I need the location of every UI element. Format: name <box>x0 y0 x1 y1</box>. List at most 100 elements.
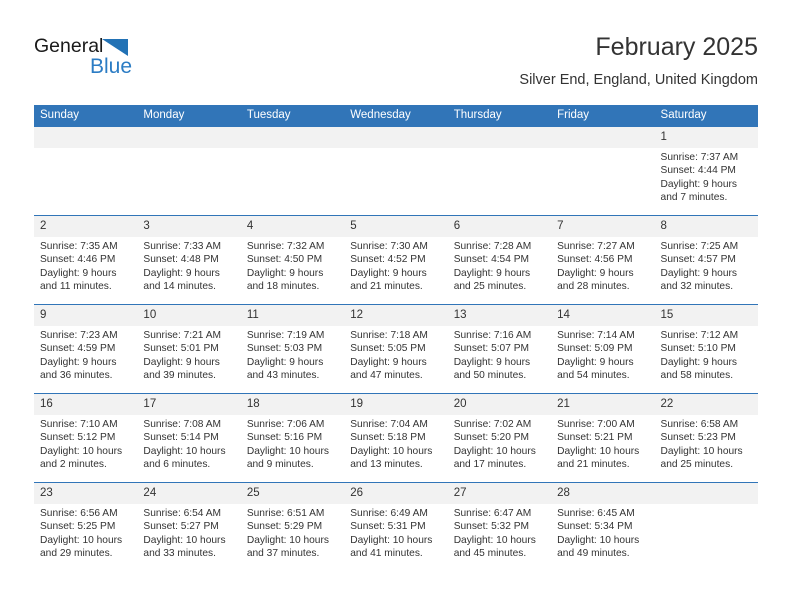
day-cell: 26 Sunrise: 6:49 AM Sunset: 5:31 PM Dayligh… <box>344 483 448 571</box>
day-cell: 28 Sunrise: 6:45 AM Sunset: 5:34 PM Dayligh… <box>551 483 655 571</box>
calendar-day-cell[interactable]: 22 Sunrise: 6:58 AM Sunset: 5:23 PM Dayligh… <box>654 393 758 483</box>
logo-word-blue: Blue <box>90 55 133 78</box>
day-details: Sunrise: 7:35 AM Sunset: 4:46 PM Daylight:… <box>34 237 137 294</box>
weekday-header-friday: Friday <box>551 105 655 127</box>
day-number: 15 <box>654 305 758 326</box>
day-daylight-line2-text: and 58 minutes. <box>660 370 734 382</box>
day-sunrise-text: Sunrise: 7:18 AM <box>350 330 428 341</box>
calendar-day-cell[interactable]: 1 Sunrise: 7:37 AM Sunset: 4:44 PM Daylight… <box>654 127 758 216</box>
calendar-day-cell[interactable]: 21 Sunrise: 7:00 AM Sunset: 5:21 PM Dayligh… <box>551 393 655 483</box>
day-details: Sunrise: 7:19 AM Sunset: 5:03 PM Daylight:… <box>241 326 344 383</box>
day-sunrise-text: Sunrise: 7:32 AM <box>246 241 325 252</box>
calendar-day-cell[interactable]: 12 Sunrise: 7:18 AM Sunset: 5:05 PM Dayligh… <box>344 304 448 394</box>
day-cell: 6 Sunrise: 7:28 AM Sunset: 4:54 PM Daylight… <box>447 216 552 304</box>
calendar-day-cell[interactable]: 17 Sunrise: 7:08 AM Sunset: 5:14 PM Dayligh… <box>137 393 241 483</box>
weekday-header-thursday: Thursday <box>447 105 552 127</box>
day-number: 12 <box>344 305 448 326</box>
day-cell: 15 Sunrise: 7:12 AM Sunset: 5:10 PM Dayligh… <box>654 305 758 393</box>
day-number: 16 <box>34 394 138 415</box>
day-details: Sunrise: 7:00 AM Sunset: 5:21 PM Daylight:… <box>551 415 654 472</box>
day-sunrise-text: Sunrise: 7:14 AM <box>557 330 635 341</box>
calendar-day-cell[interactable]: 16 Sunrise: 7:10 AM Sunset: 5:12 PM Dayligh… <box>34 393 138 483</box>
day-details: Sunrise: 6:56 AM Sunset: 5:25 PM Daylight:… <box>34 504 137 561</box>
calendar-day-cell[interactable]: 25 Sunrise: 6:51 AM Sunset: 5:29 PM Dayligh… <box>240 482 345 571</box>
day-sunset-text: Sunset: 5:07 PM <box>453 343 530 355</box>
calendar-day-cell[interactable]: 23 Sunrise: 6:56 AM Sunset: 5:25 PM Dayligh… <box>34 482 138 571</box>
empty-day <box>137 127 241 215</box>
day-daylight-line2-text: and 9 minutes. <box>246 459 314 471</box>
day-daylight-line2-text: and 14 minutes. <box>143 281 216 293</box>
day-cell: 7 Sunrise: 7:27 AM Sunset: 4:56 PM Daylight… <box>551 216 655 304</box>
calendar-day-cell[interactable]: 6 Sunrise: 7:28 AM Sunset: 4:54 PM Daylight… <box>447 215 552 305</box>
calendar-day-cell <box>551 127 655 216</box>
day-details: Sunrise: 7:33 AM Sunset: 4:48 PM Daylight:… <box>137 237 240 294</box>
day-number: 2 <box>34 216 138 237</box>
calendar-day-cell[interactable]: 28 Sunrise: 6:45 AM Sunset: 5:34 PM Dayligh… <box>551 482 655 571</box>
weekday-header-row: Sunday Monday Tuesday Wednesday Thursday… <box>34 105 758 127</box>
calendar-day-cell[interactable]: 18 Sunrise: 7:06 AM Sunset: 5:16 PM Dayligh… <box>240 393 345 483</box>
day-details: Sunrise: 7:21 AM Sunset: 5:01 PM Daylight:… <box>137 326 240 383</box>
day-number <box>240 127 345 148</box>
day-cell: 9 Sunrise: 7:23 AM Sunset: 4:59 PM Daylight… <box>34 305 138 393</box>
day-sunrise-text: Sunrise: 7:30 AM <box>350 241 428 252</box>
calendar-day-cell[interactable]: 5 Sunrise: 7:30 AM Sunset: 4:52 PM Daylight… <box>344 215 448 305</box>
day-details: Sunrise: 6:51 AM Sunset: 5:29 PM Daylight:… <box>241 504 344 561</box>
weekday-header-monday: Monday <box>137 105 241 127</box>
general-blue-logo[interactable]: General Blue <box>34 36 184 84</box>
calendar-day-cell[interactable]: 14 Sunrise: 7:14 AM Sunset: 5:09 PM Dayligh… <box>551 304 655 394</box>
day-cell: 20 Sunrise: 7:02 AM Sunset: 5:20 PM Dayligh… <box>447 394 552 482</box>
day-details: Sunrise: 7:06 AM Sunset: 5:16 PM Daylight:… <box>241 415 344 472</box>
calendar-day-cell[interactable]: 4 Sunrise: 7:32 AM Sunset: 4:50 PM Daylight… <box>240 215 345 305</box>
day-daylight-line1-text: Daylight: 10 hours <box>453 445 536 457</box>
calendar-day-cell[interactable]: 8 Sunrise: 7:25 AM Sunset: 4:57 PM Daylight… <box>654 215 758 305</box>
calendar-day-cell[interactable]: 2 Sunrise: 7:35 AM Sunset: 4:46 PM Daylight… <box>34 215 138 305</box>
day-number: 27 <box>447 483 552 504</box>
day-cell: 10 Sunrise: 7:21 AM Sunset: 5:01 PM Dayligh… <box>137 305 241 393</box>
empty-day <box>551 127 655 215</box>
day-daylight-line1-text: Daylight: 9 hours <box>453 267 531 279</box>
calendar-day-cell[interactable]: 3 Sunrise: 7:33 AM Sunset: 4:48 PM Daylight… <box>137 215 241 305</box>
page-header: General Blue February 2025 Silver End, E… <box>34 32 758 98</box>
calendar-day-cell <box>654 482 758 571</box>
calendar-day-cell[interactable]: 7 Sunrise: 7:27 AM Sunset: 4:56 PM Daylight… <box>551 215 655 305</box>
day-sunset-text: Sunset: 4:46 PM <box>40 254 116 266</box>
empty-day <box>344 127 448 215</box>
calendar-day-cell[interactable]: 13 Sunrise: 7:16 AM Sunset: 5:07 PM Dayligh… <box>447 304 552 394</box>
calendar-day-cell[interactable]: 20 Sunrise: 7:02 AM Sunset: 5:20 PM Dayligh… <box>447 393 552 483</box>
day-number: 21 <box>551 394 655 415</box>
day-details: Sunrise: 7:18 AM Sunset: 5:05 PM Daylight:… <box>344 326 447 383</box>
calendar-day-cell[interactable]: 26 Sunrise: 6:49 AM Sunset: 5:31 PM Dayligh… <box>344 482 448 571</box>
day-sunrise-text: Sunrise: 7:08 AM <box>143 419 222 430</box>
day-number: 24 <box>137 483 241 504</box>
day-sunset-text: Sunset: 5:09 PM <box>557 343 633 355</box>
day-sunset-text: Sunset: 4:59 PM <box>40 343 116 355</box>
day-number: 26 <box>344 483 448 504</box>
day-sunset-text: Sunset: 5:20 PM <box>453 432 530 444</box>
day-daylight-line2-text: and 25 minutes. <box>453 281 527 293</box>
day-daylight-line2-text: and 11 minutes. <box>40 281 112 293</box>
day-daylight-line1-text: Daylight: 10 hours <box>557 534 640 546</box>
calendar-day-cell[interactable]: 27 Sunrise: 6:47 AM Sunset: 5:32 PM Dayligh… <box>447 482 552 571</box>
day-cell: 1 Sunrise: 7:37 AM Sunset: 4:44 PM Daylight… <box>654 127 758 215</box>
calendar-day-cell <box>447 127 552 216</box>
calendar-day-cell[interactable]: 10 Sunrise: 7:21 AM Sunset: 5:01 PM Dayligh… <box>137 304 241 394</box>
calendar-day-cell[interactable]: 24 Sunrise: 6:54 AM Sunset: 5:27 PM Dayligh… <box>137 482 241 571</box>
calendar-week-row: 23 Sunrise: 6:56 AM Sunset: 5:25 PM Dayligh… <box>34 482 758 571</box>
calendar-day-cell[interactable]: 15 Sunrise: 7:12 AM Sunset: 5:10 PM Dayligh… <box>654 304 758 394</box>
day-cell: 4 Sunrise: 7:32 AM Sunset: 4:50 PM Daylight… <box>240 216 345 304</box>
day-number: 6 <box>447 216 552 237</box>
day-cell: 18 Sunrise: 7:06 AM Sunset: 5:16 PM Dayligh… <box>240 394 345 482</box>
day-daylight-line2-text: and 47 minutes. <box>350 370 423 382</box>
day-sunset-text: Sunset: 5:16 PM <box>246 432 323 444</box>
calendar-day-cell[interactable]: 19 Sunrise: 7:04 AM Sunset: 5:18 PM Dayligh… <box>344 393 448 483</box>
day-daylight-line2-text: and 49 minutes. <box>557 548 630 560</box>
calendar-day-cell[interactable]: 9 Sunrise: 7:23 AM Sunset: 4:59 PM Daylight… <box>34 304 138 394</box>
calendar-day-cell[interactable]: 11 Sunrise: 7:19 AM Sunset: 5:03 PM Dayligh… <box>240 304 345 394</box>
day-number: 11 <box>240 305 345 326</box>
day-sunset-text: Sunset: 5:05 PM <box>350 343 426 355</box>
day-daylight-line2-text: and 32 minutes. <box>660 281 734 293</box>
day-cell: 8 Sunrise: 7:25 AM Sunset: 4:57 PM Daylight… <box>654 216 758 304</box>
day-sunset-text: Sunset: 4:52 PM <box>350 254 426 266</box>
day-cell: 25 Sunrise: 6:51 AM Sunset: 5:29 PM Dayligh… <box>240 483 345 571</box>
day-daylight-line1-text: Daylight: 10 hours <box>246 534 329 546</box>
